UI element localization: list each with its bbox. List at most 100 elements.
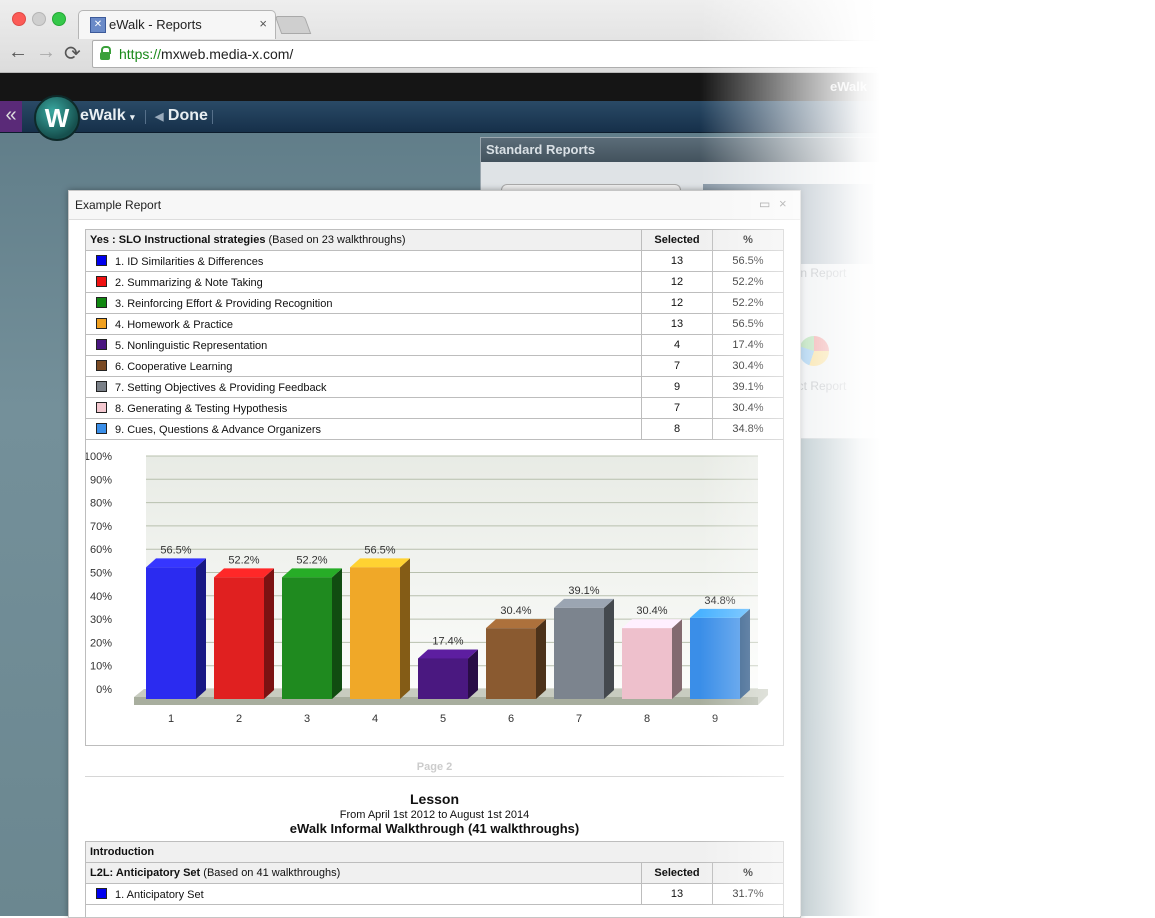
bar-value-label: 56.5% [364, 544, 395, 556]
legend-swatch [96, 402, 107, 413]
column-header-percent: % [713, 863, 784, 884]
row-label: 6. Cooperative Learning [115, 361, 232, 373]
table-row: 7. Setting Objectives & Providing Feedba… [86, 377, 784, 398]
legend-swatch [96, 888, 107, 899]
bar-top [690, 609, 750, 618]
close-window-button[interactable] [12, 12, 26, 26]
browser-tab[interactable]: ✕ eWalk - Reports × [78, 10, 276, 39]
y-tick-label: 90% [90, 474, 112, 486]
row-label-cell: 1. ID Similarities & Differences [86, 251, 642, 272]
close-icon[interactable]: × [779, 196, 787, 211]
bar [622, 628, 672, 699]
x-tick-label: 8 [644, 713, 650, 725]
table-row: 3. Reinforcing Effort & Providing Recogn… [86, 293, 784, 314]
bar-side [196, 558, 206, 699]
menu-separator [145, 110, 146, 124]
bar-value-label: 30.4% [500, 605, 531, 617]
bar-top [350, 558, 410, 567]
row-selected: 9 [642, 377, 713, 398]
row-selected: 12 [642, 272, 713, 293]
x-tick-label: 6 [508, 713, 514, 725]
done-button[interactable]: ◀ Done [155, 107, 208, 125]
row-label-cell: 7. Setting Objectives & Providing Feedba… [86, 377, 642, 398]
bar [214, 577, 264, 699]
reload-icon[interactable]: ⟳ [64, 41, 81, 66]
row-selected: 7 [642, 398, 713, 419]
tab-close-icon[interactable]: × [259, 16, 267, 31]
row-percent: 34.8% [713, 419, 784, 440]
x-tick-label: 7 [576, 713, 582, 725]
forward-icon[interactable]: → [36, 41, 56, 64]
bar [554, 608, 604, 699]
done-arrow-icon: ◀ [155, 111, 163, 123]
table-header-label: Yes : SLO Instructional strategies (Base… [86, 230, 642, 251]
address-bar[interactable]: https://mxweb.media-x.com/ [92, 40, 994, 68]
lesson-title: Lesson [85, 791, 784, 807]
row-label-cell: 1. Anticipatory Set [86, 884, 642, 905]
bar-top [282, 568, 342, 577]
bar-value-label: 52.2% [228, 554, 259, 566]
table-row: 1. ID Similarities & Differences1356.5% [86, 251, 784, 272]
bar-chart-svg: 0%10%20%30%40%50%60%70%80%90%100%56.5%15… [86, 440, 783, 745]
favicon: ✕ [90, 17, 106, 33]
table-header-row: Yes : SLO Instructional strategies (Base… [86, 230, 784, 251]
row-selected: 12 [642, 293, 713, 314]
table-header-label: L2L: Anticipatory Set (Based on 41 walkt… [86, 863, 642, 884]
legend-swatch [96, 360, 107, 371]
bar-side [332, 568, 342, 699]
bar-value-label: 52.2% [296, 554, 327, 566]
bar-side [264, 568, 274, 699]
row-label-cell: 8. Generating & Testing Hypothesis [86, 398, 642, 419]
row-label: 5. Nonlinguistic Representation [115, 340, 267, 352]
lesson-date-range: From April 1st 2012 to August 1st 2014 [85, 809, 784, 821]
y-tick-label: 60% [90, 544, 112, 556]
legend-swatch [96, 297, 107, 308]
report-content: Yes : SLO Instructional strategies (Base… [85, 229, 784, 746]
section-row: Introduction [86, 842, 784, 863]
row-label: 8. Generating & Testing Hypothesis [115, 403, 287, 415]
y-tick-label: 100% [86, 451, 112, 463]
row-selected: 7 [642, 356, 713, 377]
bar-top [146, 558, 206, 567]
browser-toolbar: ✕ eWalk - Reports × ← → ⟳ https://mxweb.… [0, 0, 1155, 73]
legend-swatch [96, 318, 107, 329]
bar [690, 618, 740, 699]
ewalk-logo[interactable]: W [34, 95, 80, 141]
minimize-window-button[interactable] [32, 12, 46, 26]
collapse-back-button[interactable]: « [0, 101, 22, 132]
app-menu-button[interactable]: eWalk ▾ [80, 107, 135, 125]
bar-side [740, 609, 750, 699]
row-label: 1. ID Similarities & Differences [115, 256, 263, 268]
row-percent: 30.4% [713, 356, 784, 377]
bar-value-label: 30.4% [636, 605, 667, 617]
bar-value-label: 17.4% [432, 635, 463, 647]
row-label-cell: 3. Reinforcing Effort & Providing Recogn… [86, 293, 642, 314]
row-percent: 31.7% [713, 884, 784, 905]
bar-chart: 0%10%20%30%40%50%60%70%80%90%100%56.5%15… [85, 440, 784, 746]
x-tick-label: 5 [440, 713, 446, 725]
bar-value-label: 56.5% [160, 544, 191, 556]
back-icon[interactable]: ← [8, 41, 28, 64]
url-text: https://mxweb.media-x.com/ [119, 46, 293, 62]
page-label: Page 2 [85, 761, 784, 773]
new-tab-button[interactable] [275, 16, 312, 34]
row-label-cell: 2. Summarizing & Note Taking [86, 272, 642, 293]
row-selected: 13 [642, 884, 713, 905]
app-menubar: « eWalk ▾ ◀ Done [0, 101, 1155, 133]
table-row: 9. Cues, Questions & Advance Organizers8… [86, 419, 784, 440]
example-report-dialog: Example Report ▭ × Yes : SLO Instruction… [68, 190, 801, 918]
table-header-row: L2L: Anticipatory Set (Based on 41 walkt… [86, 863, 784, 884]
table-row: 4. Homework & Practice1356.5% [86, 314, 784, 335]
row-percent: 39.1% [713, 377, 784, 398]
bar-top [554, 599, 614, 608]
tab-title: eWalk - Reports [109, 17, 202, 32]
bar-top [486, 619, 546, 628]
maximize-icon[interactable]: ▭ [759, 197, 770, 211]
bar [486, 628, 536, 699]
app-topbar: eWalk [0, 73, 1155, 101]
x-tick-label: 1 [168, 713, 174, 725]
row-label: 4. Homework & Practice [115, 319, 233, 331]
maximize-window-button[interactable] [52, 12, 66, 26]
row-percent: 52.2% [713, 293, 784, 314]
column-header-selected: Selected [642, 863, 713, 884]
